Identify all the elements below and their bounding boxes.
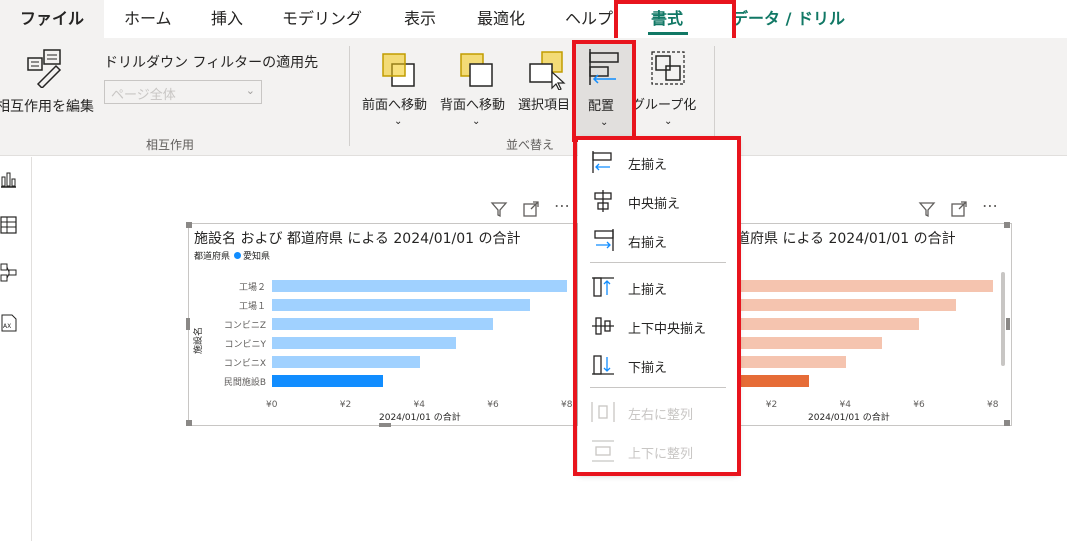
- x-tick-label: ¥2: [339, 400, 352, 410]
- ribbon-tab-bar: ファイル ホーム 挿入 モデリング 表示 最適化 ヘルプ 書式 データ / ドリ…: [0, 0, 1067, 38]
- ribbon-separator: [349, 46, 350, 146]
- selection-pane-button[interactable]: 選択項目: [516, 46, 574, 128]
- ribbon-separator: [714, 46, 715, 146]
- bar[interactable]: [272, 299, 531, 311]
- x-axis-title: 2024/01/01 の合計: [379, 413, 461, 423]
- selection-pane-label: 選択項目: [518, 98, 571, 113]
- tab-view[interactable]: 表示: [404, 0, 436, 38]
- tab-insert[interactable]: 挿入: [211, 0, 243, 38]
- group-label-arrange: 並べ替え: [505, 138, 554, 152]
- x-tick-label: ¥6: [913, 400, 925, 410]
- annotation-highlight-align-menu: [573, 136, 741, 476]
- chevron-down-icon: ⌄: [664, 116, 673, 127]
- chart-legend: 都道府県 愛知県: [194, 249, 270, 262]
- group-label-interactions: 相互作用: [145, 138, 194, 152]
- tab-modeling[interactable]: モデリング: [282, 0, 362, 38]
- x-tick-label: ¥8: [561, 400, 573, 410]
- visual-title: 道府県 による 2024/01/01 の合計: [736, 231, 956, 247]
- bar[interactable]: [272, 356, 420, 368]
- x-tick-label: ¥8: [987, 400, 999, 410]
- drill-filter-label: ドリルダウン フィルターの適用先: [104, 55, 319, 71]
- chevron-down-icon: ⌄: [245, 84, 255, 97]
- filter-icon[interactable]: [918, 200, 936, 222]
- bar-chart-visual-left[interactable]: 施設名 および 都道府県 による 2024/01/01 の合計 都道府県 愛知県 …: [186, 222, 578, 427]
- tab-file[interactable]: ファイル: [0, 0, 104, 38]
- category-label: 民間施設B: [223, 378, 266, 388]
- edit-interactions-label: 相互作用を編集: [0, 99, 94, 115]
- bring-forward-button[interactable]: 前面へ移動 ⌄: [360, 46, 438, 128]
- bring-forward-icon: [382, 53, 415, 87]
- resize-handle[interactable]: [1004, 222, 1010, 228]
- x-tick-label: ¥0: [266, 400, 278, 410]
- drill-filter-select[interactable]: ページ全体 ⌄: [104, 80, 262, 104]
- report-view-icon[interactable]: [0, 169, 18, 189]
- send-backward-icon: [460, 53, 493, 87]
- resize-handle[interactable]: [186, 222, 192, 228]
- resize-handle[interactable]: [379, 423, 391, 427]
- selection-pane-icon: [529, 51, 566, 90]
- focus-mode-icon[interactable]: [522, 200, 540, 222]
- group-icon: [651, 51, 685, 85]
- category-label: コンビニY: [224, 340, 267, 350]
- x-tick-label: ¥4: [839, 400, 851, 410]
- x-tick-label: ¥6: [487, 400, 499, 410]
- send-backward-button[interactable]: 背面へ移動 ⌄: [438, 46, 516, 128]
- bar[interactable]: [272, 375, 383, 387]
- edit-interactions-button[interactable]: 相互作用を編集: [0, 44, 100, 115]
- ribbon: 相互作用を編集 ドリルダウン フィルターの適用先 ページ全体 ⌄ 相互作用 前面…: [0, 38, 1067, 156]
- bar[interactable]: [272, 280, 567, 292]
- annotation-highlight-align-button: [572, 40, 636, 142]
- category-label: コンビニX: [223, 359, 266, 369]
- more-options-icon[interactable]: ⋯: [554, 196, 570, 215]
- x-tick-label: ¥2: [765, 400, 778, 410]
- tab-home[interactable]: ホーム: [124, 0, 172, 38]
- resize-handle[interactable]: [186, 318, 190, 330]
- table-view-icon[interactable]: [0, 215, 18, 235]
- bar[interactable]: [272, 337, 457, 349]
- focus-mode-icon[interactable]: [950, 200, 968, 222]
- category-label: 工場２: [238, 283, 266, 293]
- send-backward-label: 背面へ移動: [440, 98, 506, 113]
- x-axis-title: 2024/01/01 の合計: [808, 413, 890, 423]
- visual-title: 施設名 および 都道府県 による 2024/01/01 の合計: [194, 231, 521, 247]
- resize-handle[interactable]: [186, 420, 192, 426]
- bring-forward-label: 前面へ移動: [362, 98, 428, 113]
- bar[interactable]: [272, 318, 494, 330]
- resize-handle[interactable]: [1004, 420, 1010, 426]
- group-label: グループ化: [632, 98, 697, 113]
- x-tick-label: ¥4: [413, 400, 425, 410]
- dax-query-view-icon[interactable]: AX: [0, 313, 18, 333]
- model-view-icon[interactable]: [0, 263, 18, 283]
- edit-interactions-icon: [27, 49, 62, 88]
- view-switcher-pane: AX: [0, 157, 32, 541]
- bar[interactable]: [698, 280, 993, 292]
- category-label: 工場１: [238, 302, 266, 312]
- tab-optimize[interactable]: 最適化: [477, 0, 525, 38]
- group-button[interactable]: グループ化 ⌄: [632, 46, 708, 128]
- scrollbar[interactable]: [1001, 272, 1005, 366]
- resize-handle[interactable]: [1006, 318, 1010, 330]
- tab-data-drill[interactable]: データ / ドリル: [732, 0, 845, 38]
- chevron-down-icon: ⌄: [472, 116, 481, 127]
- category-label: コンビニZ: [223, 321, 266, 331]
- more-options-icon[interactable]: ⋯: [982, 196, 998, 215]
- legend-item: 愛知県: [243, 252, 271, 262]
- legend-title: 都道府県: [194, 252, 231, 262]
- drill-filter-value: ページ全体: [111, 88, 176, 103]
- svg-text:AX: AX: [3, 323, 11, 330]
- filter-icon[interactable]: [490, 200, 508, 222]
- legend-dot: [234, 252, 242, 259]
- tab-help[interactable]: ヘルプ: [565, 0, 613, 38]
- chevron-down-icon: ⌄: [394, 116, 403, 127]
